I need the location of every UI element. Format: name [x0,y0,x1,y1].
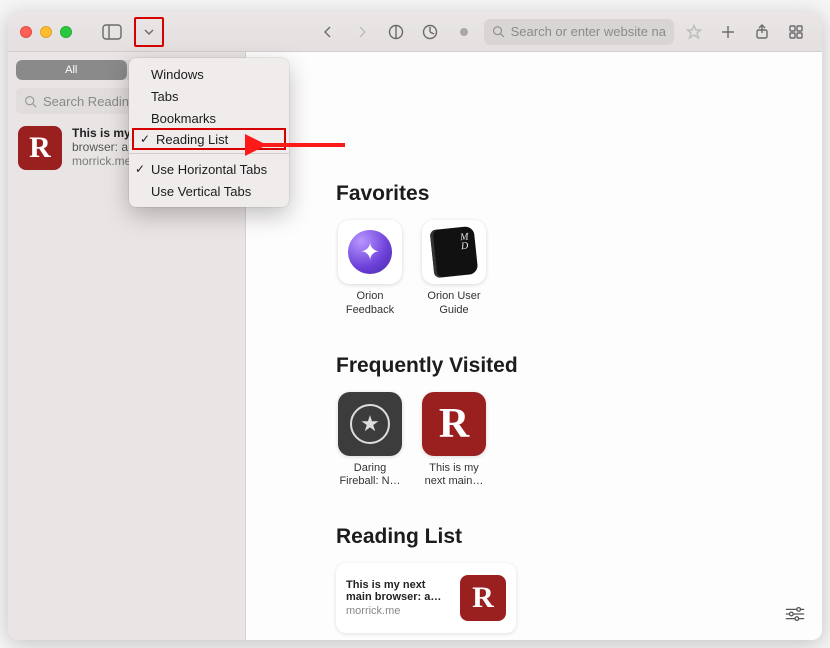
url-placeholder: Search or enter website na [511,24,666,39]
menu-horizontal-tabs[interactable]: ✓ Use Horizontal Tabs [129,158,289,180]
freq-morrick[interactable]: R This is my next main… [420,392,488,490]
menu-bookmarks[interactable]: Bookmarks [129,107,289,129]
search-icon [492,25,505,38]
site-favicon: R [18,126,62,170]
extensions-icon[interactable] [416,19,444,45]
close-icon[interactable] [20,26,32,38]
card-host: morrick.me [346,605,450,617]
filter-all[interactable]: All [16,60,127,80]
forward-button[interactable] [348,19,376,45]
back-button[interactable] [314,19,342,45]
favorites-heading: Favorites [336,182,782,206]
check-icon: ✓ [140,132,150,146]
book-icon [430,226,479,278]
menu-vertical-tabs[interactable]: Use Vertical Tabs [129,180,289,202]
titlebar: Search or enter website na [8,12,822,52]
maximize-icon[interactable] [60,26,72,38]
card-title: This is my next main browser: a… [346,579,450,603]
sidebar-toggle-button[interactable] [98,19,126,45]
favorite-label: Orion Feedback [336,290,404,318]
freq-daring-fireball[interactable]: ★ Daring Fireball: N… [336,392,404,490]
favorites-grid: ✦ Orion Feedback Orion User Guide [336,220,782,318]
sidebar-menu-button[interactable] [138,19,160,45]
shield-icon[interactable] [382,19,410,45]
window-controls [20,26,72,38]
sidebar-menu-highlight [134,17,164,47]
url-input[interactable]: Search or enter website na [484,19,674,45]
share-icon[interactable] [748,19,776,45]
reload-icon[interactable] [450,19,478,45]
minimize-icon[interactable] [40,26,52,38]
menu-windows[interactable]: Windows [129,63,289,85]
favorite-label: Orion User Guide [420,290,488,318]
search-icon [24,95,37,108]
favorite-orion-feedback[interactable]: ✦ Orion Feedback [336,220,404,318]
frequently-heading: Frequently Visited [336,354,782,378]
site-thumbnail: ★ [338,392,402,456]
frequently-grid: ★ Daring Fireball: N… R This is my next … [336,392,782,490]
star-icon[interactable] [680,19,708,45]
readinglist-heading: Reading List [336,525,782,549]
menu-tabs[interactable]: Tabs [129,85,289,107]
annotation-arrow [245,130,355,160]
freq-label: Daring Fireball: N… [336,462,404,490]
startpage-settings-button[interactable] [784,605,806,628]
site-thumbnail: R [422,392,486,456]
site-favicon: R [460,575,506,621]
freq-label: This is my next main… [420,462,488,490]
new-tab-button[interactable] [714,19,742,45]
favorite-orion-guide[interactable]: Orion User Guide [420,220,488,318]
orion-icon: ✦ [348,230,392,274]
check-icon: ✓ [135,162,145,176]
browser-window: Search or enter website na All Unread [8,12,822,640]
overview-icon[interactable] [782,19,810,45]
readinglist-card[interactable]: This is my next main browser: a… morrick… [336,563,516,633]
